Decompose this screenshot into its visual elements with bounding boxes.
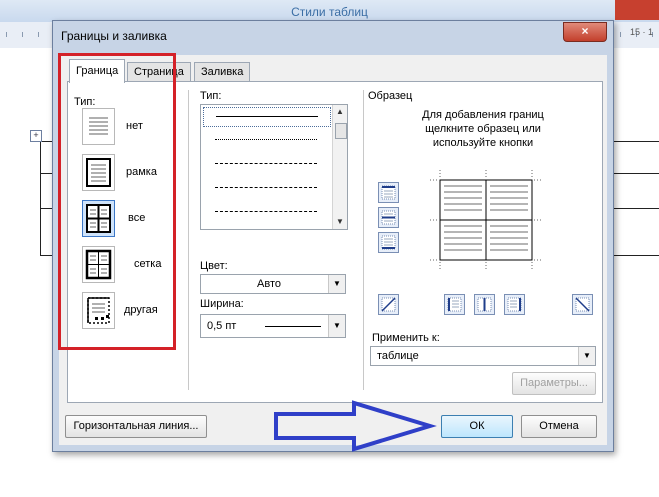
tab-border[interactable]: Граница — [69, 59, 126, 83]
tab-shading[interactable]: Заливка — [194, 62, 251, 82]
ok-button[interactable]: ОК — [441, 415, 513, 438]
preset-all-label: все — [128, 212, 146, 224]
preset-type-label: Тип: — [74, 96, 96, 108]
width-label: Ширина: — [200, 298, 244, 310]
background-close-button[interactable] — [615, 0, 659, 20]
dropdown-arrow-icon[interactable]: ▼ — [328, 275, 345, 293]
diagonal-up-border-button[interactable] — [378, 294, 399, 315]
border-tab-panel: Тип: нет рамка все сетка другая Тип: ▲ ▼… — [67, 81, 603, 403]
border-preview-sample[interactable] — [430, 170, 542, 270]
color-value: Авто — [257, 278, 281, 290]
preset-box-label: рамка — [126, 166, 157, 178]
width-sample-line — [265, 326, 321, 327]
apply-to-select[interactable]: таблице ▼ — [370, 346, 596, 366]
diagonal-up-border-icon — [381, 297, 396, 312]
grid-border-icon — [85, 249, 112, 280]
preset-grid-button[interactable] — [82, 246, 115, 283]
dropdown-arrow-icon[interactable]: ▼ — [578, 347, 595, 365]
borders-and-shading-dialog: Границы и заливка × Граница Страница Зал… — [52, 20, 614, 452]
inside-vertical-border-icon — [477, 297, 492, 312]
preset-custom-button[interactable] — [82, 292, 115, 329]
line-style-dotted[interactable] — [203, 131, 329, 149]
preview-label: Образец — [368, 90, 413, 102]
cancel-button[interactable]: Отмена — [521, 415, 597, 438]
horizontal-line-button[interactable]: Горизонтальная линия... — [65, 415, 207, 438]
top-border-icon — [381, 185, 396, 200]
line-style-scrollbar[interactable]: ▲ ▼ — [332, 105, 347, 229]
preset-all-button[interactable] — [82, 200, 115, 237]
line-style-dashed-small[interactable] — [203, 155, 329, 173]
preset-none-label: нет — [126, 120, 143, 132]
right-border-button[interactable] — [504, 294, 525, 315]
preset-grid-label: сетка — [134, 258, 162, 270]
color-label: Цвет: — [200, 260, 228, 272]
width-select[interactable]: 0,5 пт ▼ — [200, 314, 346, 338]
left-border-icon — [447, 297, 462, 312]
line-style-dash-dot[interactable] — [203, 203, 329, 221]
color-select[interactable]: Авто ▼ — [200, 274, 346, 294]
dropdown-arrow-icon[interactable]: ▼ — [328, 315, 345, 337]
scroll-thumb[interactable] — [335, 123, 347, 139]
custom-border-icon — [87, 297, 110, 324]
no-border-icon — [89, 117, 108, 135]
preset-none-button[interactable] — [82, 108, 115, 145]
bottom-border-button[interactable] — [378, 232, 399, 253]
inside-horizontal-border-icon — [381, 210, 396, 225]
width-value: 0,5 пт — [207, 320, 237, 332]
scroll-up-icon[interactable]: ▲ — [333, 105, 347, 119]
preset-box-button[interactable] — [82, 154, 115, 191]
separator-left — [188, 90, 189, 390]
line-style-solid[interactable] — [203, 107, 331, 127]
ruler-number: 15 · 1 — [629, 27, 653, 37]
apply-to-label: Применить к: — [372, 332, 440, 344]
preset-custom-label: другая — [124, 304, 158, 316]
diagonal-down-border-icon — [575, 297, 590, 312]
dialog-close-button[interactable]: × — [563, 22, 607, 42]
line-style-label: Тип: — [200, 90, 222, 102]
table-move-handle[interactable]: + — [30, 130, 42, 142]
top-border-button[interactable] — [378, 182, 399, 203]
tab-page-border[interactable]: Страница — [127, 62, 191, 82]
right-border-icon — [507, 297, 522, 312]
line-style-dashed[interactable] — [203, 179, 329, 197]
scroll-down-icon[interactable]: ▼ — [333, 215, 347, 229]
dialog-title: Границы и заливка — [61, 29, 167, 43]
bottom-border-icon — [381, 235, 396, 250]
all-borders-icon — [86, 204, 111, 233]
diagonal-down-border-button[interactable] — [572, 294, 593, 315]
options-button[interactable]: Параметры... — [512, 372, 596, 395]
inside-vertical-border-button[interactable] — [474, 294, 495, 315]
dialog-body: Граница Страница Заливка Тип: нет рамка — [59, 55, 607, 445]
line-style-list[interactable]: ▲ ▼ — [200, 104, 348, 230]
background-window-title: Стили таблиц — [0, 0, 659, 22]
preview-hint: Для добавления границ щелкните образец и… — [422, 109, 544, 149]
separator-right — [363, 90, 364, 390]
left-border-button[interactable] — [444, 294, 465, 315]
apply-to-value: таблице — [377, 350, 419, 362]
inside-horizontal-border-button[interactable] — [378, 207, 399, 228]
box-border-icon — [86, 158, 111, 187]
